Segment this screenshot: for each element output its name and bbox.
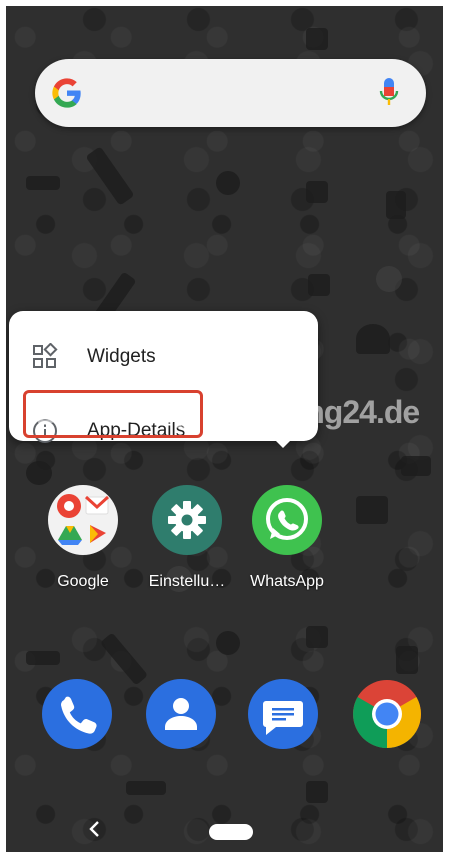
wallpaper-shape bbox=[26, 461, 52, 485]
google-search-bar[interactable] bbox=[35, 59, 426, 127]
wallpaper-shape bbox=[356, 496, 388, 524]
google-g-icon bbox=[52, 78, 81, 108]
wallpaper-shape bbox=[308, 274, 330, 296]
wallpaper-shape bbox=[216, 631, 240, 655]
wallpaper-shape bbox=[401, 456, 431, 476]
app-label: WhatsApp bbox=[250, 573, 324, 590]
wallpaper-shape bbox=[306, 28, 328, 50]
wallpaper-shape bbox=[26, 176, 60, 190]
highlight-annotation bbox=[23, 390, 203, 438]
widgets-label: Widgets bbox=[87, 346, 156, 367]
wallpaper-shape bbox=[356, 324, 390, 354]
wallpaper-shape bbox=[306, 181, 328, 203]
messages-icon[interactable] bbox=[248, 679, 318, 749]
home-screen: Widgets App-Details Bedienungsanleitung2… bbox=[6, 6, 443, 852]
wallpaper-shape bbox=[85, 146, 135, 206]
whatsapp-icon bbox=[252, 485, 322, 555]
google-folder-icon bbox=[48, 485, 118, 555]
wallpaper-shape bbox=[376, 266, 402, 292]
wallpaper-shape bbox=[306, 626, 328, 648]
wallpaper-shape bbox=[306, 781, 328, 803]
app-settings[interactable]: Einstellu… bbox=[140, 485, 234, 595]
settings-gear-icon bbox=[152, 485, 222, 555]
contacts-icon[interactable] bbox=[146, 679, 216, 749]
widgets-icon bbox=[33, 343, 58, 368]
wallpaper-shape bbox=[386, 191, 406, 219]
widgets-menu-item[interactable]: Widgets bbox=[9, 329, 318, 385]
popup-pointer bbox=[274, 439, 292, 448]
app-whatsapp[interactable]: WhatsApp bbox=[240, 485, 334, 595]
app-label: Google bbox=[57, 573, 109, 590]
home-pill-icon[interactable] bbox=[209, 824, 253, 840]
phone-icon[interactable] bbox=[42, 679, 112, 749]
app-google-folder[interactable]: Google bbox=[36, 485, 130, 595]
app-label: Einstellu… bbox=[148, 573, 226, 590]
chrome-icon[interactable] bbox=[352, 679, 422, 749]
wallpaper-shape bbox=[126, 781, 166, 795]
microphone-icon[interactable] bbox=[378, 77, 400, 109]
wallpaper-shape bbox=[26, 651, 60, 665]
wallpaper-shape bbox=[99, 632, 149, 686]
back-chevron-icon[interactable] bbox=[84, 818, 106, 840]
wallpaper-shape bbox=[216, 171, 240, 195]
wallpaper-shape bbox=[396, 646, 418, 674]
